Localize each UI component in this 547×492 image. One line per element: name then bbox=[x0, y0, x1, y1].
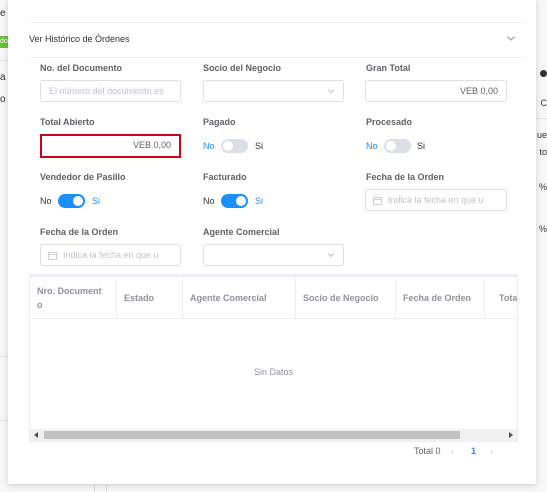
background-divider bbox=[536, 118, 547, 119]
chevron-down-icon bbox=[327, 89, 335, 94]
date-placeholder: Indica la fecha en que u bbox=[63, 250, 159, 260]
scrollbar-thumb[interactable] bbox=[44, 431, 460, 439]
order-history-dialog: Ver Histórico de Órdenes No. del Documen… bbox=[8, 0, 536, 484]
background-text: % bbox=[538, 224, 547, 234]
background-divider bbox=[0, 420, 8, 421]
doc-no-label: No. del Documento bbox=[40, 63, 123, 73]
switch-on-label: Si bbox=[255, 196, 264, 206]
toggle-track bbox=[384, 139, 411, 153]
switch-on-label: Si bbox=[92, 196, 101, 206]
toggle-track bbox=[221, 194, 248, 208]
column-header[interactable]: Socio de Negocio bbox=[296, 277, 396, 319]
background-text: ue bbox=[536, 130, 547, 140]
toggle-track bbox=[221, 139, 248, 153]
pagination-total: Total 0 bbox=[414, 446, 441, 456]
switch-on-label: Si bbox=[255, 141, 264, 151]
background-divider bbox=[106, 484, 107, 492]
orders-table: Nro. Document o Estado Agente Comercial … bbox=[29, 274, 518, 442]
chevron-down-icon bbox=[327, 253, 335, 258]
background-text: to bbox=[539, 147, 547, 157]
column-header[interactable]: Nro. Document o bbox=[30, 277, 117, 319]
switch-off-label: No bbox=[40, 196, 52, 206]
column-header[interactable]: Fecha de Orden bbox=[396, 277, 485, 319]
invoiced-label: Facturado bbox=[203, 172, 247, 182]
sales-rep-label: Vendedor de Pasillo bbox=[40, 172, 126, 182]
processed-label: Procesado bbox=[366, 117, 413, 127]
business-partner-select[interactable] bbox=[203, 80, 344, 102]
background-text: o bbox=[0, 94, 6, 105]
empty-table-text: Sin Datos bbox=[253, 367, 294, 377]
next-page-icon[interactable]: › bbox=[490, 446, 493, 456]
background-divider bbox=[0, 60, 8, 61]
scroll-right-arrow-icon[interactable] bbox=[509, 432, 513, 438]
toggle-track bbox=[58, 194, 85, 208]
calendar-icon bbox=[48, 252, 57, 260]
order-date-picker[interactable]: Indica la fecha en que u bbox=[365, 189, 507, 211]
switch-off-label: No bbox=[203, 196, 215, 206]
commercial-agent-label: Agente Comercial bbox=[203, 227, 280, 237]
grand-total-input[interactable]: VEB 0,00 bbox=[365, 80, 507, 102]
processed-switch[interactable]: No Si bbox=[366, 139, 446, 153]
column-header[interactable]: Tota bbox=[485, 277, 517, 319]
date-placeholder: Indica la fecha en que u bbox=[388, 195, 484, 205]
order-date-picker[interactable]: Indica la fecha en que u bbox=[40, 244, 181, 266]
collapse-title: Ver Histórico de Órdenes bbox=[29, 34, 130, 44]
background-text: a bbox=[0, 72, 6, 83]
scroll-left-arrow-icon[interactable] bbox=[34, 432, 38, 438]
calendar-icon bbox=[373, 197, 382, 205]
grand-total-label: Gran Total bbox=[366, 63, 411, 73]
column-header[interactable]: Agente Comercial bbox=[183, 277, 296, 319]
order-date-label: Fecha de la Orden bbox=[366, 172, 445, 182]
sales-rep-switch[interactable]: No Si bbox=[40, 194, 120, 208]
switch-off-label: No bbox=[366, 141, 378, 151]
switch-on-label: Si bbox=[417, 141, 426, 151]
background-status-tag: do bbox=[0, 36, 8, 48]
business-partner-label: Socio del Negocio bbox=[203, 63, 282, 73]
page-number[interactable]: 1 bbox=[471, 446, 476, 456]
chevron-down-icon bbox=[507, 36, 515, 41]
prev-page-icon[interactable]: ‹ bbox=[451, 446, 454, 456]
paid-label: Pagado bbox=[203, 117, 236, 127]
column-header[interactable]: Estado bbox=[117, 277, 183, 319]
table-header: Nro. Document o Estado Agente Comercial … bbox=[30, 275, 517, 319]
open-amount-input[interactable]: VEB 0,00 bbox=[40, 134, 181, 158]
switch-off-label: No bbox=[203, 141, 215, 151]
open-amount-label: Total Abierto bbox=[40, 117, 95, 127]
doc-no-input[interactable]: El número del documento es bbox=[40, 80, 181, 102]
background-text: e bbox=[0, 8, 6, 19]
order-date-label: Fecha de la Orden bbox=[40, 227, 119, 237]
paid-switch[interactable]: No Si bbox=[203, 139, 283, 153]
commercial-agent-select[interactable] bbox=[203, 244, 344, 266]
background-text: C bbox=[540, 98, 547, 108]
background-text: % bbox=[538, 182, 547, 192]
background-divider bbox=[0, 356, 8, 357]
background-icon bbox=[540, 70, 547, 77]
order-history-collapse-header[interactable]: Ver Histórico de Órdenes bbox=[29, 22, 525, 58]
horizontal-scrollbar[interactable] bbox=[30, 429, 517, 441]
invoiced-switch[interactable]: No Si bbox=[203, 194, 283, 208]
background-divider bbox=[94, 484, 95, 492]
